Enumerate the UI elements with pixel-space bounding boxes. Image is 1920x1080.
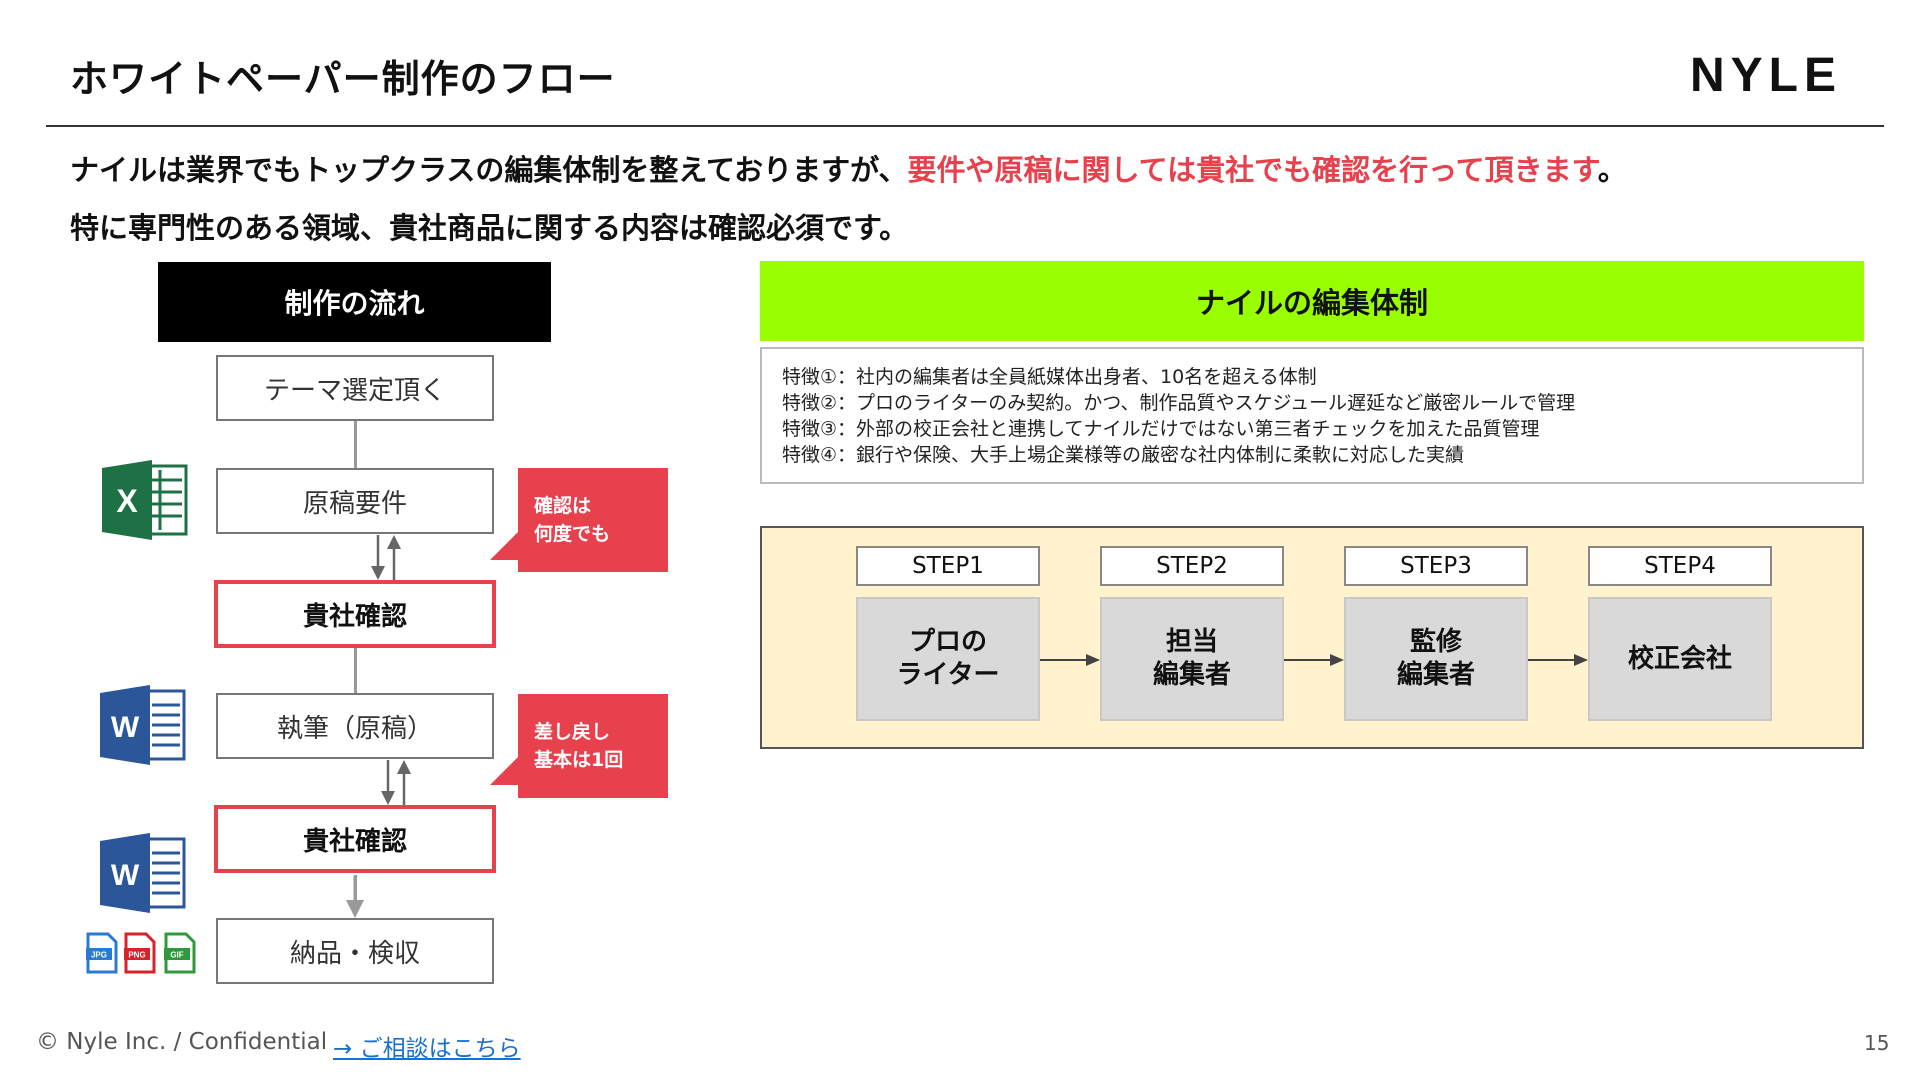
callout-check-anytime: 確認は 何度でも — [518, 468, 668, 572]
callout-text: 何度でも — [534, 523, 611, 545]
step-card-supervisor: 監修 編集者 — [1344, 597, 1528, 721]
feature-item: 特徴①：社内の編集者は全員紙媒体出身者、10名を超える体制 — [782, 366, 1317, 388]
step-card-text: 校正会社 — [1627, 643, 1732, 674]
header-divider — [46, 125, 1884, 127]
page-title: ホワイトペーパー制作のフロー — [70, 57, 616, 101]
word-letter: W — [111, 711, 140, 744]
intro-line-2: 特に専門性のある領域、貴社商品に関する内容は確認必須です。 — [70, 211, 909, 245]
jpg-file-icon: JPG — [86, 932, 118, 974]
callout-pointer — [490, 530, 520, 560]
gif-file-icon: GIF — [164, 932, 196, 974]
feature-item: 特徴③：外部の校正会社と連携してナイルだけではない第三者チェックを加えた品質管理 — [782, 418, 1540, 440]
intro-period: 。 — [1597, 153, 1627, 187]
step-card-proofreader: 校正会社 — [1588, 597, 1772, 721]
page-number: 15 — [1864, 1031, 1890, 1055]
nyle-logo: NYLE — [1690, 49, 1843, 102]
flow-step-theme: テーマ選定頂く — [216, 355, 494, 421]
png-label: PNG — [128, 951, 145, 960]
callout-text: 確認は — [534, 495, 592, 517]
step-card-text: 編集者 — [1396, 660, 1475, 690]
step-card-text: ライター — [896, 660, 1000, 690]
flow-step-writing: 執筆（原稿） — [216, 693, 494, 759]
callout-text: 差し戻し — [534, 721, 611, 743]
callout-text: 基本は1回 — [534, 749, 624, 771]
step-card-editor: 担当 編集者 — [1100, 597, 1284, 721]
step-label: STEP1 — [856, 546, 1040, 586]
flow-connector — [354, 648, 357, 693]
up-arrowhead — [387, 535, 401, 549]
step-card-text: 担当 — [1165, 627, 1218, 657]
intro-text: ナイルは業界でもトップクラスの編集体制を整えておりますが、 — [70, 153, 908, 187]
down-arrowhead — [371, 566, 385, 580]
down-arrowhead — [381, 791, 395, 805]
excel-letter: X — [116, 483, 138, 519]
flow-header: 制作の流れ — [158, 262, 551, 342]
up-arrowhead — [397, 760, 411, 774]
consult-link[interactable]: → ご相談はこちら — [333, 1029, 521, 1063]
intro-highlight: 要件や原稿に関しては貴社でも確認を行って頂きます — [907, 153, 1598, 187]
feature-item: 特徴④：銀行や保険、大手上場企業様等の厳密な社内体制に柔軟に対応した実績 — [782, 444, 1465, 466]
editorial-header: ナイルの編集体制 — [760, 261, 1864, 341]
step-label: STEP4 — [1588, 546, 1772, 586]
flow-step-requirements: 原稿要件 — [216, 468, 494, 534]
copyright: © Nyle Inc. / Confidential — [36, 1029, 328, 1055]
flow-connector — [354, 421, 357, 468]
png-file-icon: PNG — [124, 932, 156, 974]
word-letter: W — [111, 859, 140, 892]
step-label: STEP3 — [1344, 546, 1528, 586]
word-icon: W — [100, 833, 186, 913]
step-label: STEP2 — [1100, 546, 1284, 586]
features-box: 特徴①：社内の編集者は全員紙媒体出身者、10名を超える体制 特徴②：プロのライタ… — [760, 347, 1864, 484]
step-card-text: プロの — [908, 627, 987, 657]
jpg-label: JPG — [91, 951, 107, 960]
step-card-text: 編集者 — [1152, 660, 1231, 690]
callout-pointer — [490, 755, 520, 785]
step-card-writer: プロの ライター — [856, 597, 1040, 721]
feature-item: 特徴②：プロのライターのみ契約。かつ、制作品質やスケジュール遅延など厳密ルールで… — [782, 392, 1576, 414]
flow-step-client-check: 貴社確認 — [214, 580, 496, 648]
flow-connector — [354, 875, 357, 910]
flow-step-client-check: 貴社確認 — [214, 805, 496, 873]
intro-line-1: ナイルは業界でもトップクラスの編集体制を整えておりますが、要件や原稿に関しては貴… — [70, 147, 1627, 189]
word-icon: W — [100, 685, 186, 765]
callout-revision-once: 差し戻し 基本は1回 — [518, 694, 668, 798]
gif-label: GIF — [170, 951, 183, 960]
excel-icon: X — [102, 460, 188, 540]
flow-step-delivery: 納品・検収 — [216, 918, 494, 984]
step-card-text: 監修 — [1409, 627, 1462, 657]
